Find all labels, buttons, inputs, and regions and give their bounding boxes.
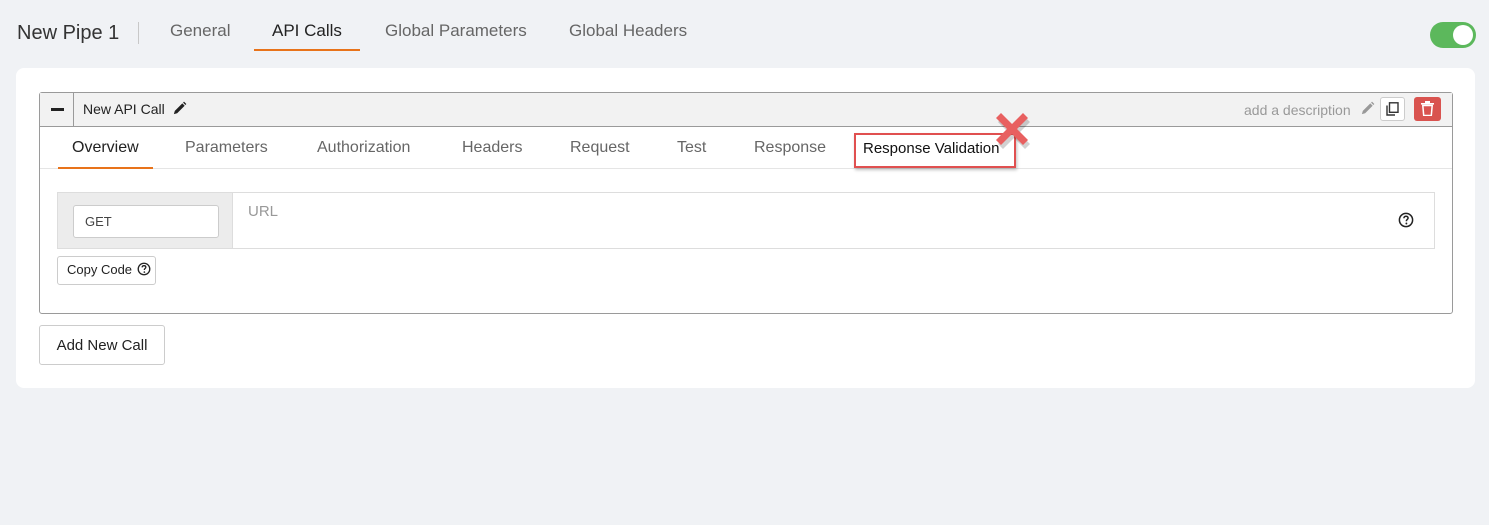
duplicate-button[interactable]: [1380, 97, 1405, 121]
tab-parameters[interactable]: Parameters: [171, 139, 282, 169]
tab-test[interactable]: Test: [663, 139, 720, 169]
help-icon: [137, 262, 151, 279]
minus-icon: [51, 108, 64, 111]
collapse-button[interactable]: [40, 93, 74, 126]
trash-icon: [1421, 101, 1434, 116]
page-title: New Pipe 1: [17, 22, 120, 44]
tab-authorization[interactable]: Authorization: [303, 139, 424, 169]
delete-button[interactable]: [1414, 97, 1441, 121]
tab-global-headers[interactable]: Global Headers: [551, 21, 705, 51]
toggle-knob: [1453, 25, 1473, 45]
api-call-tabs: Overview Parameters Authorization Header…: [40, 128, 1452, 169]
api-calls-card: New API Call add a description Overview …: [16, 68, 1475, 388]
method-input[interactable]: [73, 205, 219, 238]
edit-description-pencil-icon[interactable]: [1360, 101, 1375, 121]
tab-response-validation[interactable]: Response Validation: [863, 140, 999, 157]
api-call-header: New API Call add a description: [40, 93, 1452, 127]
add-new-call-button[interactable]: Add New Call: [39, 325, 165, 365]
tab-headers[interactable]: Headers: [448, 139, 536, 169]
title-divider: [138, 22, 139, 44]
copy-icon: [1386, 102, 1399, 116]
tab-general[interactable]: General: [152, 21, 248, 51]
top-bar: New Pipe 1 General API Calls Global Para…: [0, 0, 1489, 68]
pipe-enabled-toggle[interactable]: [1430, 22, 1476, 48]
tab-global-parameters[interactable]: Global Parameters: [367, 21, 545, 51]
edit-name-pencil-icon[interactable]: [172, 101, 187, 119]
tab-response[interactable]: Response: [740, 139, 840, 169]
copy-code-button[interactable]: Copy Code: [57, 256, 156, 285]
api-call-name: New API Call: [83, 101, 187, 119]
tab-overview[interactable]: Overview: [58, 139, 153, 169]
close-x-icon: [995, 111, 1033, 154]
description-placeholder[interactable]: add a description: [1244, 102, 1351, 118]
help-icon[interactable]: [1398, 212, 1414, 233]
tab-api-calls[interactable]: API Calls: [254, 21, 360, 51]
tab-request[interactable]: Request: [556, 139, 644, 169]
url-row: [57, 192, 1435, 249]
url-input[interactable]: [234, 193, 1374, 248]
api-call-panel: New API Call add a description Overview …: [39, 92, 1453, 314]
api-call-name-label: New API Call: [83, 101, 165, 117]
method-area: [58, 193, 233, 248]
copy-code-label: Copy Code: [67, 261, 133, 277]
